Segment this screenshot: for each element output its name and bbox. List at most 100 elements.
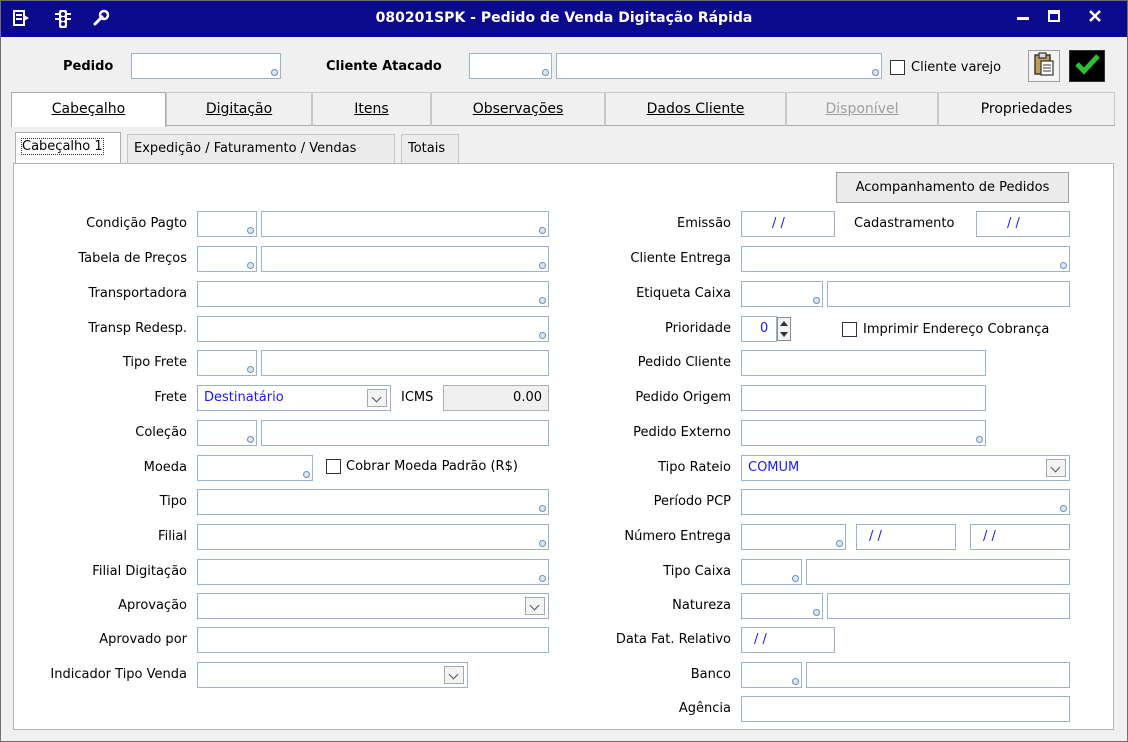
aprovacao-label: Aprovação: [118, 598, 187, 613]
agencia-label: Agência: [678, 701, 731, 716]
tipo-input[interactable]: [197, 489, 549, 515]
emissao-label: Emissão: [677, 216, 731, 231]
acompanhamento-button[interactable]: Acompanhamento de Pedidos: [836, 172, 1069, 203]
indicador-tipo-venda-label: Indicador Tipo Venda: [50, 667, 187, 682]
indicador-tipo-venda-select[interactable]: [197, 662, 468, 688]
chevron-down-icon[interactable]: [444, 666, 464, 684]
colecao-label: Coleção: [135, 425, 187, 440]
minimize-icon[interactable]: [1013, 9, 1033, 29]
tabela-precos-desc[interactable]: [261, 246, 549, 272]
natureza-desc[interactable]: [827, 593, 1070, 619]
transportadora-input[interactable]: [197, 281, 549, 307]
cliente-varejo-label: Cliente varejo: [911, 60, 1002, 75]
maximize-icon[interactable]: [1044, 9, 1064, 29]
cadastramento-date[interactable]: / /: [976, 211, 1070, 237]
tipo-caixa-label: Tipo Caixa: [663, 564, 731, 579]
prioridade-spinner[interactable]: [777, 317, 791, 341]
colecao-code[interactable]: [197, 420, 257, 446]
tab-disponivel: Disponível: [786, 92, 938, 126]
colecao-desc[interactable]: [261, 420, 549, 446]
frete-select[interactable]: Destinatário: [197, 385, 391, 411]
etiqueta-caixa-desc[interactable]: [827, 281, 1070, 307]
tab-digitacao[interactable]: Digitação: [166, 92, 312, 126]
tipo-frete-code[interactable]: [197, 350, 257, 376]
numero-entrega-date-1[interactable]: / /: [856, 524, 956, 550]
pedido-cliente-label: Pedido Cliente: [637, 355, 731, 370]
numero-entrega-date-2[interactable]: / /: [970, 524, 1070, 550]
periodo-pcp-label: Período PCP: [653, 494, 731, 509]
cliente-code-input[interactable]: [469, 53, 552, 79]
prioridade-input[interactable]: 0: [741, 316, 777, 342]
confirm-button[interactable]: [1069, 50, 1105, 82]
numero-entrega-input[interactable]: [741, 524, 846, 550]
pedido-input[interactable]: [131, 53, 281, 79]
prioridade-label: Prioridade: [665, 321, 731, 336]
numero-entrega-label: Número Entrega: [624, 529, 731, 544]
tipo-caixa-desc[interactable]: [806, 559, 1070, 585]
filial-input[interactable]: [197, 524, 549, 550]
chevron-down-icon[interactable]: [1046, 459, 1066, 477]
cliente-name-input[interactable]: [556, 53, 882, 79]
tipo-frete-desc[interactable]: [261, 350, 549, 376]
main-window: 080201SPK - Pedido de Venda Digitação Rá…: [0, 0, 1128, 742]
tab-itens[interactable]: Itens: [312, 92, 431, 126]
subtab-cabecalho-1[interactable]: Cabeçalho 1: [15, 132, 121, 165]
aprovado-por-input[interactable]: [197, 627, 549, 653]
emissao-date[interactable]: / /: [741, 211, 835, 237]
agencia-input[interactable]: [741, 696, 1070, 722]
subtab-expedicao[interactable]: Expedição / Faturamento / Vendas: [127, 134, 395, 164]
tab-cabecalho[interactable]: Cabeçalho: [11, 92, 166, 127]
pedido-externo-label: Pedido Externo: [633, 425, 731, 440]
pedido-origem-input[interactable]: [741, 385, 986, 411]
pedido-cliente-input[interactable]: [741, 350, 986, 376]
filial-label: Filial: [158, 529, 187, 544]
banco-code[interactable]: [741, 662, 802, 688]
banco-label: Banco: [690, 667, 731, 682]
tipo-rateio-label: Tipo Rateio: [658, 460, 731, 475]
filial-digitacao-input[interactable]: [197, 559, 549, 585]
transportadora-label: Transportadora: [88, 286, 187, 301]
condicao-pagto-code[interactable]: [197, 211, 257, 237]
icms-value: 0.00: [443, 385, 549, 411]
cliente-varejo-checkbox[interactable]: [890, 60, 905, 75]
chevron-down-icon[interactable]: [367, 389, 387, 407]
tipo-label: Tipo: [159, 494, 187, 509]
tipo-rateio-select[interactable]: COMUM: [741, 455, 1070, 481]
pedido-externo-input[interactable]: [741, 420, 986, 446]
natureza-label: Natureza: [672, 598, 731, 613]
condicao-pagto-label: Condição Pagto: [86, 216, 187, 231]
aprovado-por-label: Aprovado por: [99, 632, 187, 647]
close-icon[interactable]: [1085, 9, 1105, 29]
cliente-entrega-input[interactable]: [741, 246, 1070, 272]
imprimir-endereco-checkbox[interactable]: [842, 322, 857, 337]
frete-label: Frete: [154, 390, 187, 405]
moeda-input[interactable]: [197, 455, 313, 481]
cobrar-moeda-checkbox[interactable]: [326, 459, 341, 474]
pedido-label: Pedido: [63, 59, 114, 74]
tab-propriedades[interactable]: Propriedades: [938, 92, 1115, 126]
subtab-totais[interactable]: Totais: [401, 134, 459, 164]
tabela-precos-code[interactable]: [197, 246, 257, 272]
window-title: 080201SPK - Pedido de Venda Digitação Rá…: [375, 10, 753, 26]
transp-redesp-input[interactable]: [197, 316, 549, 342]
data-fat-relativo-date[interactable]: / /: [741, 627, 835, 653]
tab-observacoes[interactable]: Observações: [431, 92, 605, 126]
clipboard-button[interactable]: [1028, 50, 1060, 82]
condicao-pagto-desc[interactable]: [261, 211, 549, 237]
natureza-code[interactable]: [741, 593, 823, 619]
moeda-label: Moeda: [143, 460, 187, 475]
cliente-atacado-label: Cliente Atacado: [326, 59, 442, 74]
data-fat-relativo-label: Data Fat. Relativo: [615, 632, 731, 647]
icms-label: ICMS: [401, 390, 434, 405]
cobrar-moeda-label: Cobrar Moeda Padrão (R$): [346, 459, 518, 474]
imprimir-endereco-label: Imprimir Endereço Cobrança: [863, 322, 1050, 337]
chevron-down-icon[interactable]: [525, 597, 545, 615]
tab-dados-cliente[interactable]: Dados Cliente: [605, 92, 786, 126]
etiqueta-caixa-code[interactable]: [741, 281, 823, 307]
tipo-frete-label: Tipo Frete: [122, 355, 187, 370]
filial-digitacao-label: Filial Digitação: [92, 564, 187, 579]
periodo-pcp-input[interactable]: [741, 489, 1070, 515]
tipo-caixa-code[interactable]: [741, 559, 802, 585]
banco-desc[interactable]: [806, 662, 1070, 688]
aprovacao-select[interactable]: [197, 593, 549, 619]
